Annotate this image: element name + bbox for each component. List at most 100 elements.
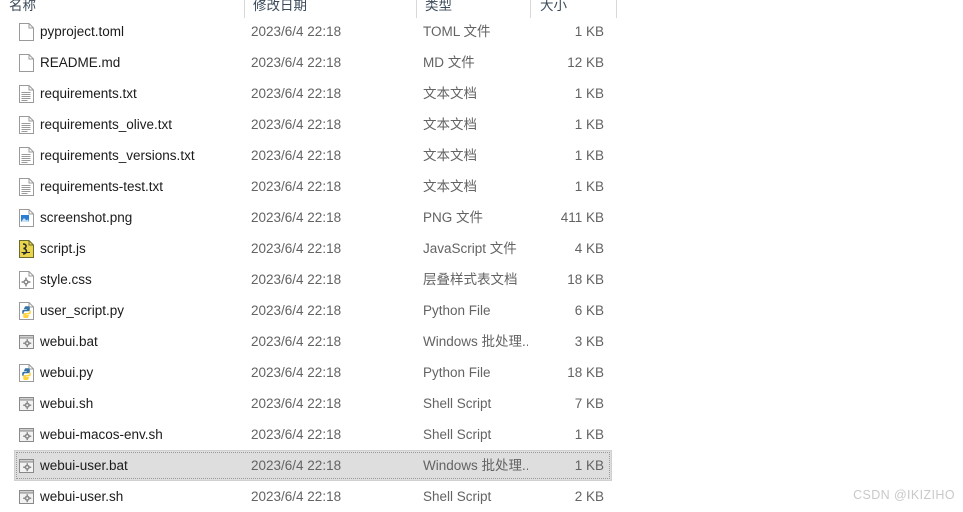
file-name-label: webui-user.sh: [40, 489, 124, 504]
file-type-cell: Python File: [423, 365, 491, 380]
file-batch-icon: [18, 426, 35, 444]
file-type-cell: Shell Script: [423, 427, 492, 442]
file-js-icon: [18, 240, 35, 258]
file-name-cell[interactable]: style.css: [18, 264, 242, 295]
file-row[interactable]: requirements-test.txt 2023/6/4 22:18 文本文档 1…: [0, 171, 963, 202]
file-batch-icon: [18, 395, 35, 413]
file-name-cell[interactable]: script.js: [18, 233, 242, 264]
file-blank-icon: [18, 54, 35, 72]
file-row[interactable]: README.md 2023/6/4 22:18 MD 文件 12 KB: [0, 47, 963, 78]
file-name-cell[interactable]: webui.py: [18, 357, 242, 388]
file-batch-icon: [18, 488, 35, 506]
file-size-cell: 18 KB: [567, 272, 604, 287]
file-modified-cell: 2023/6/4 22:18: [251, 55, 342, 70]
file-text-icon: [18, 178, 35, 196]
file-image-icon: [18, 209, 35, 227]
file-row[interactable]: style.css 2023/6/4 22:18 层叠样式表文档 18 KB: [0, 264, 963, 295]
file-name-cell[interactable]: webui-macos-env.sh: [18, 419, 242, 450]
file-size-cell: 18 KB: [567, 365, 604, 380]
file-name-cell[interactable]: requirements_versions.txt: [18, 140, 242, 171]
file-row[interactable]: requirements.txt 2023/6/4 22:18 文本文档 1 KB: [0, 78, 963, 109]
file-row[interactable]: requirements_versions.txt 2023/6/4 22:18 文…: [0, 140, 963, 171]
file-row[interactable]: webui.sh 2023/6/4 22:18 Shell Script 7 KB: [0, 388, 963, 419]
file-modified-cell: 2023/6/4 22:18: [251, 210, 342, 225]
file-name-cell[interactable]: screenshot.png: [18, 202, 242, 233]
file-row[interactable]: user_script.py 2023/6/4 22:18 Python File 6…: [0, 295, 963, 326]
file-row[interactable]: webui-macos-env.sh 2023/6/4 22:18 Shell Sc…: [0, 419, 963, 450]
file-type-cell: MD 文件: [423, 55, 475, 70]
file-row[interactable]: webui-user.bat 2023/6/4 22:18 Windows 批处理.…: [0, 450, 963, 481]
file-size-cell: 411 KB: [560, 210, 604, 225]
file-type-cell: Windows 批处理...: [423, 334, 528, 349]
file-modified-cell: 2023/6/4 22:18: [251, 148, 342, 163]
file-name-cell[interactable]: pyproject.toml: [18, 16, 242, 47]
file-batch-icon: [18, 457, 35, 475]
file-blank-icon: [18, 23, 35, 41]
file-name-cell[interactable]: requirements_olive.txt: [18, 109, 242, 140]
file-name-label: pyproject.toml: [40, 24, 125, 39]
file-type-cell: TOML 文件: [423, 24, 491, 39]
file-name-label: webui-user.bat: [40, 458, 128, 473]
file-type-cell: 文本文档: [423, 117, 477, 132]
file-name-label: webui.py: [40, 365, 94, 380]
file-name-cell[interactable]: README.md: [18, 47, 242, 78]
file-batch-icon: [18, 333, 35, 351]
file-name-cell[interactable]: requirements-test.txt: [18, 171, 242, 202]
file-text-icon: [18, 116, 35, 134]
file-size-cell: 1 KB: [574, 179, 604, 194]
file-modified-cell: 2023/6/4 22:18: [251, 24, 342, 39]
file-text-icon: [18, 147, 35, 165]
file-size-cell: 4 KB: [574, 241, 604, 256]
file-name-cell[interactable]: user_script.py: [18, 295, 242, 326]
file-size-cell: 1 KB: [574, 427, 604, 442]
file-size-cell: 12 KB: [567, 55, 604, 70]
file-size-cell: 1 KB: [574, 117, 604, 132]
file-type-cell: PNG 文件: [423, 210, 484, 225]
file-name-cell[interactable]: webui.sh: [18, 388, 242, 419]
file-size-cell: 6 KB: [574, 303, 604, 318]
file-name-label: script.js: [40, 241, 86, 256]
file-row[interactable]: webui-user.sh 2023/6/4 22:18 Shell Script 2…: [0, 481, 963, 512]
file-type-cell: JavaScript 文件: [423, 241, 517, 256]
file-name-cell[interactable]: requirements.txt: [18, 78, 242, 109]
file-type-cell: Python File: [423, 303, 491, 318]
file-row[interactable]: webui.bat 2023/6/4 22:18 Windows 批处理... 3 K…: [0, 326, 963, 357]
file-type-cell: 文本文档: [423, 86, 477, 101]
file-name-label: webui.sh: [40, 396, 94, 411]
file-size-cell: 1 KB: [574, 148, 604, 163]
file-name-label: README.md: [40, 55, 121, 70]
file-row[interactable]: requirements_olive.txt 2023/6/4 22:18 文本文档…: [0, 109, 963, 140]
file-name-label: webui.bat: [40, 334, 98, 349]
file-python-icon: [18, 302, 35, 320]
file-name-cell[interactable]: webui.bat: [18, 326, 242, 357]
file-size-cell: 7 KB: [574, 396, 604, 411]
file-modified-cell: 2023/6/4 22:18: [251, 241, 342, 256]
file-modified-cell: 2023/6/4 22:18: [251, 117, 342, 132]
file-name-label: requirements_olive.txt: [40, 117, 173, 132]
file-size-cell: 1 KB: [574, 86, 604, 101]
file-size-cell: 1 KB: [574, 458, 604, 473]
file-modified-cell: 2023/6/4 22:18: [251, 303, 342, 318]
watermark-label: CSDN @IKIZIHO: [853, 488, 955, 502]
file-name-cell[interactable]: webui-user.sh: [18, 481, 242, 512]
file-name-label: user_script.py: [40, 303, 125, 318]
file-modified-cell: 2023/6/4 22:18: [251, 365, 342, 380]
file-row[interactable]: pyproject.toml 2023/6/4 22:18 TOML 文件 1 KB: [0, 16, 963, 47]
file-name-label: screenshot.png: [40, 210, 133, 225]
file-name-label: requirements-test.txt: [40, 179, 164, 194]
file-row[interactable]: webui.py 2023/6/4 22:18 Python File 18 KB: [0, 357, 963, 388]
file-size-cell: 2 KB: [574, 489, 604, 504]
file-size-cell: 3 KB: [574, 334, 604, 349]
file-row[interactable]: screenshot.png 2023/6/4 22:18 PNG 文件 411 KB: [0, 202, 963, 233]
file-list-view[interactable]: 名称 修改日期 类型 大小 pyproject.toml 2023/6/4 22:…: [0, 0, 963, 510]
file-css-icon: [18, 271, 35, 289]
file-type-cell: Shell Script: [423, 489, 492, 504]
file-type-cell: 层叠样式表文档: [423, 272, 518, 287]
file-name-cell[interactable]: webui-user.bat: [18, 450, 242, 481]
file-row[interactable]: script.js 2023/6/4 22:18 JavaScript 文件 4 KB: [0, 233, 963, 264]
file-modified-cell: 2023/6/4 22:18: [251, 427, 342, 442]
file-name-label: requirements.txt: [40, 86, 137, 101]
file-modified-cell: 2023/6/4 22:18: [251, 86, 342, 101]
file-type-cell: Shell Script: [423, 396, 492, 411]
file-modified-cell: 2023/6/4 22:18: [251, 458, 342, 473]
